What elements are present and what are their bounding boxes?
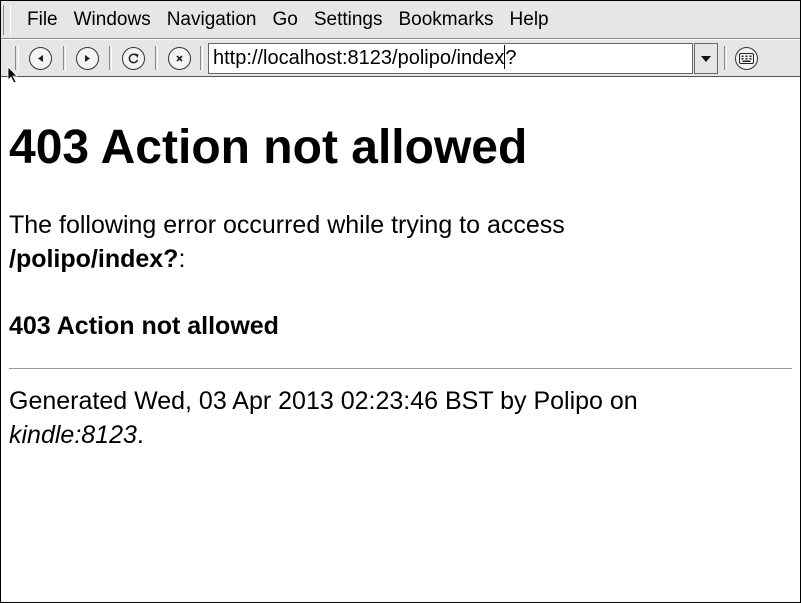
menu-go[interactable]: Go (264, 1, 305, 39)
footer-generated-text: Generated Wed, 03 Apr 2013 02:23:46 BST … (9, 387, 638, 415)
navigation-toolbar: http://localhost:8123/polipo/index? (1, 40, 800, 77)
url-history-dropdown[interactable] (694, 43, 718, 74)
footer-host: kindle:8123 (9, 421, 137, 449)
toolbar-separator (155, 46, 158, 70)
error-path: /polipo/index? (9, 245, 179, 273)
menu-navigation[interactable]: Navigation (159, 1, 265, 39)
browser-window: File Windows Navigation Go Settings Book… (0, 0, 801, 603)
back-icon (38, 55, 43, 62)
page-title: 403 Action not allowed (9, 121, 528, 174)
chevron-down-icon (701, 55, 711, 62)
url-text-after-caret: ? (505, 47, 517, 69)
reload-icon (128, 53, 139, 64)
url-input[interactable]: http://localhost:8123/polipo/index? (208, 43, 693, 74)
error-intro-text: The following error occurred while tryin… (9, 211, 565, 239)
generated-footer: Generated Wed, 03 Apr 2013 02:23:46 BST … (9, 384, 792, 452)
page-content: 403 Action not allowed The following err… (1, 78, 800, 602)
menu-bookmarks[interactable]: Bookmarks (391, 1, 502, 39)
stop-icon (176, 55, 183, 62)
error-message: 403 Action not allowed (9, 312, 279, 340)
error-description: The following error occurred while tryin… (9, 208, 792, 276)
menu-file[interactable]: File (19, 1, 66, 39)
toolbar-separator (63, 46, 66, 70)
menu-windows[interactable]: Windows (66, 1, 159, 39)
error-path-suffix: : (178, 245, 186, 273)
back-button[interactable] (29, 47, 52, 70)
url-text-before-caret: http://localhost:8123/polipo/index (213, 47, 505, 69)
toolbar-separator (724, 46, 727, 70)
forward-icon (85, 55, 90, 62)
toolbar-separator (200, 46, 203, 70)
menu-settings[interactable]: Settings (306, 1, 391, 39)
keyboard-icon (739, 53, 754, 64)
keyboard-button[interactable] (735, 47, 758, 70)
menu-bar: File Windows Navigation Go Settings Book… (1, 1, 800, 39)
reload-button[interactable] (122, 47, 145, 70)
menu-help[interactable]: Help (502, 1, 557, 39)
menu-grip (3, 4, 11, 35)
footer-period: . (136, 421, 144, 449)
divider (9, 368, 792, 369)
forward-button[interactable] (76, 47, 99, 70)
stop-button[interactable] (168, 47, 191, 70)
toolbar-separator (109, 46, 112, 70)
